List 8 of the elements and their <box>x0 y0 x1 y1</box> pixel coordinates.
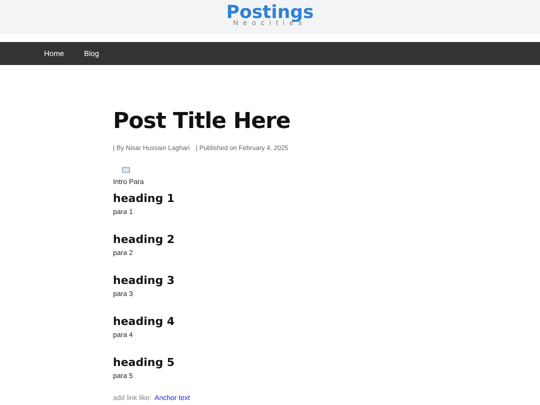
section-heading: heading 3 <box>113 273 176 288</box>
section-heading: heading 1 <box>113 191 176 206</box>
post-title: Post Title Here <box>113 109 292 135</box>
site-title[interactable]: Postings <box>226 4 314 22</box>
section-heading: heading 4 <box>113 314 176 330</box>
section-heading: heading 2 <box>113 232 176 248</box>
broken-image-icon <box>122 166 130 173</box>
section-heading: heading 5 <box>113 355 176 370</box>
